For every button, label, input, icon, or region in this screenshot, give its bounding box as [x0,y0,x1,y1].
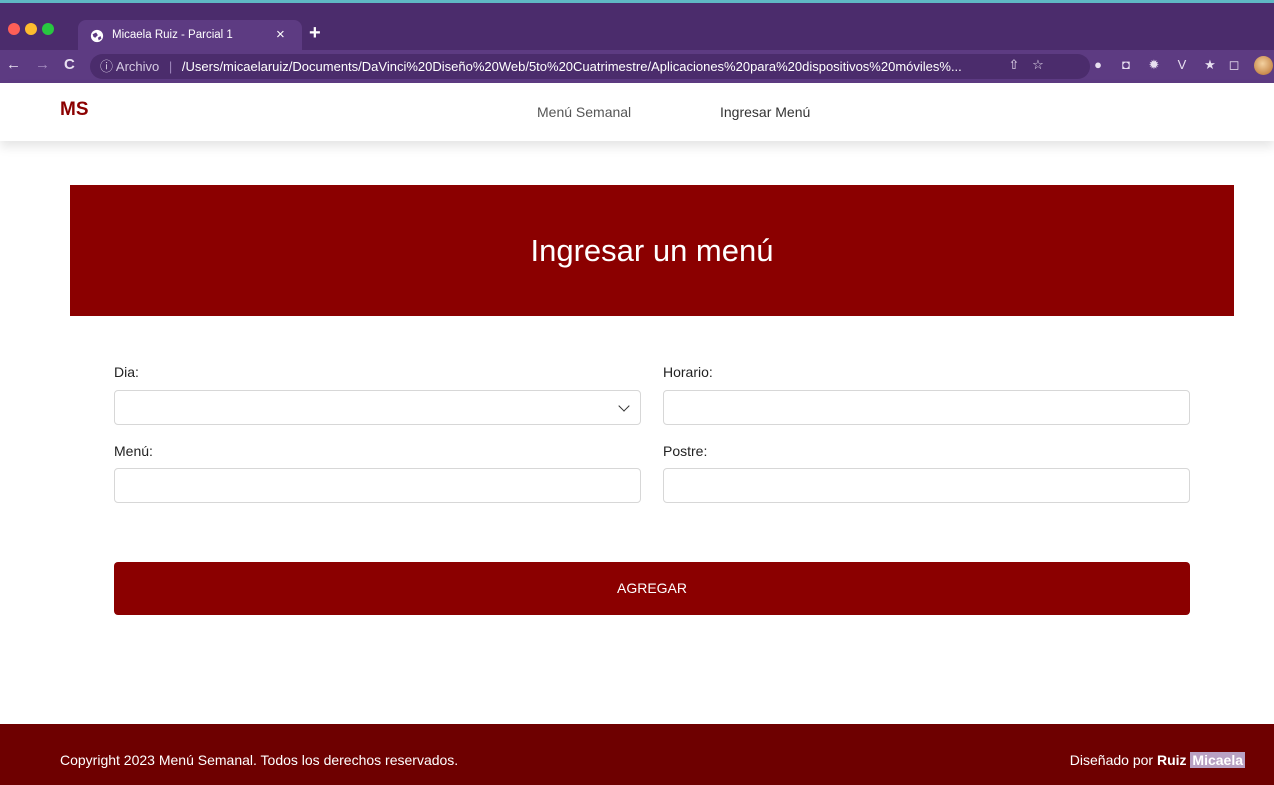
window-maximize-button[interactable] [42,23,54,35]
back-button[interactable]: ← [6,56,21,73]
url-text: /Users/micaelaruiz/Documents/DaVinci%20D… [181,59,962,74]
reload-button[interactable]: C [64,56,75,73]
postre-input[interactable] [663,468,1190,503]
designed-by: Diseñado por Ruiz Micaela [1070,752,1245,768]
dia-select[interactable] [114,390,641,425]
tab-close-icon[interactable]: × [276,26,285,43]
horario-label: Horario: [663,364,713,380]
extension-camera-icon[interactable]: ◘ [1118,57,1134,73]
dia-label: Dia: [114,364,139,380]
hero-banner: Ingresar un menú [70,185,1234,316]
browser-address-bar: ← → C ⓘ Archivo | /Users/micaelaruiz/Doc… [0,50,1274,83]
url-field[interactable]: ⓘ Archivo | /Users/micaelaruiz/Documents… [90,54,1090,79]
menu-label: Menú: [114,443,153,459]
bookmark-star-icon[interactable]: ☆ [1030,57,1046,73]
nav-link-ingresar-menu[interactable]: Ingresar Menú [720,104,810,120]
page-title: Ingresar un menú [530,233,774,268]
horario-input[interactable] [663,390,1190,425]
browser-tab-bar: Micaela Ruiz - Parcial 1 × + [0,0,1274,53]
postre-label: Postre: [663,443,708,459]
designed-by-prefix: Diseñado por [1069,752,1157,768]
window-minimize-button[interactable] [25,23,37,35]
url-separator: | [168,59,173,74]
site-info-label[interactable]: ⓘ Archivo [100,54,159,79]
agregar-button[interactable]: AGREGAR [114,562,1190,615]
share-icon[interactable]: ⇧ [1006,57,1022,73]
extension-eye-icon[interactable]: ● [1090,57,1106,73]
nav-link-menu-semanal[interactable]: Menú Semanal [537,104,631,120]
copyright-text: Copyright 2023 Menú Semanal. Todos los d… [60,752,459,768]
extension-gear-icon[interactable]: ✹ [1146,57,1162,73]
globe-icon [90,29,104,43]
tab-title: Micaela Ruiz - Parcial 1 [112,29,233,41]
sidebar-panel-icon[interactable]: ◻ [1226,57,1242,73]
brand-logo[interactable]: MS [60,99,89,121]
site-header: MS Menú Semanal Ingresar Menú [0,83,1274,141]
designer-first-name: Micaela [1190,752,1245,768]
profile-avatar[interactable] [1254,56,1273,75]
new-tab-button[interactable]: + [309,23,321,43]
forward-button[interactable]: → [35,56,50,73]
designer-last-name: Ruiz [1156,752,1187,768]
puzzle-extensions-icon[interactable]: ★ [1202,57,1218,73]
menu-input[interactable] [114,468,641,503]
site-footer: Copyright 2023 Menú Semanal. Todos los d… [0,724,1274,785]
window-close-button[interactable] [8,23,20,35]
chevron-down-icon [618,400,630,412]
browser-tab[interactable]: Micaela Ruiz - Parcial 1 × [78,20,302,53]
vue-devtools-icon[interactable]: V [1174,57,1190,73]
